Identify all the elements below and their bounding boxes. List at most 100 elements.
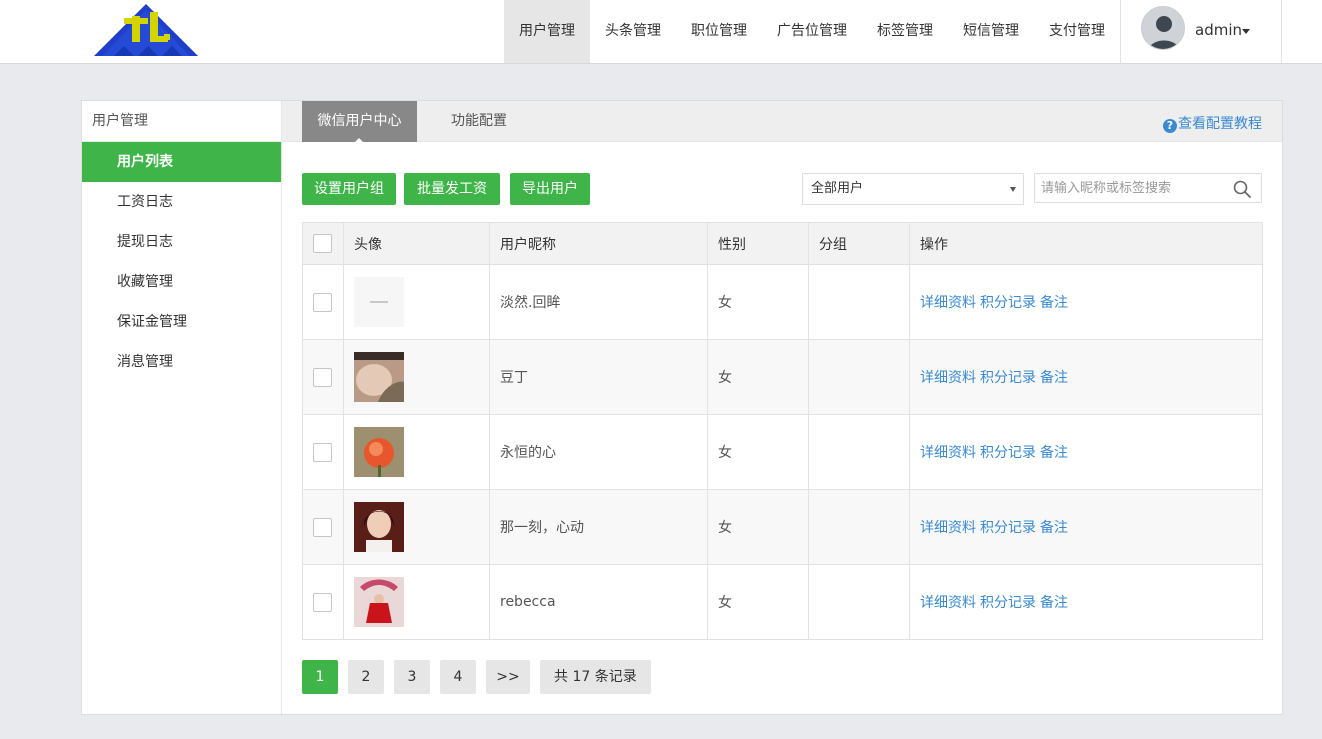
tutorial-link[interactable]: ? 查看配置教程 [1163,113,1262,133]
details-link[interactable]: 详细资料 [920,595,976,611]
user-avatar-image [354,427,404,477]
details-link[interactable]: 详细资料 [920,445,976,461]
user-avatar-image [354,277,404,327]
search-box [1034,173,1262,203]
column-header-gender: 性别 [707,222,809,265]
actions-cell: 详细资料 积分记录 备注 [909,339,1263,415]
sidebar-item-favorites[interactable]: 收藏管理 [82,262,281,302]
details-link[interactable]: 详细资料 [920,295,976,311]
page-1-button[interactable]: 1 [302,660,338,694]
nickname-cell: 永恒的心 [489,414,708,490]
user-avatar-image [354,352,404,402]
remark-link[interactable]: 备注 [1040,445,1068,461]
gender-cell: 女 [707,339,809,415]
group-cell [808,414,910,490]
user-menu[interactable]: admin [1120,0,1282,63]
gender-cell: 女 [707,489,809,565]
select-all-cell [302,222,344,265]
user-avatar-icon [1142,7,1184,49]
gender-cell: 女 [707,564,809,640]
username[interactable]: admin [1195,21,1242,39]
points-record-link[interactable]: 积分记录 [980,295,1036,311]
set-user-group-button[interactable]: 设置用户组 [302,173,396,205]
row-checkbox[interactable] [313,442,332,462]
pagination: 1 2 3 4 >> 共 17 条记录 [302,660,661,694]
remark-link[interactable]: 备注 [1040,370,1068,386]
page-2-button[interactable]: 2 [348,660,384,694]
nav-payment-management[interactable]: 支付管理 [1034,0,1120,63]
nickname-cell: rebecca [489,564,708,640]
content-area: 微信用户中心 功能配置 ? 查看配置教程 设置用户组 批量发工资 导出用户 全部用… [282,101,1282,714]
nickname-cell: 那一刻，心动 [489,489,708,565]
sidebar-title: 用户管理 [82,101,281,142]
top-header: 用户管理 头条管理 职位管理 广告位管理 标签管理 短信管理 支付管理 admi… [0,0,1322,64]
export-users-button[interactable]: 导出用户 [510,173,590,205]
page-4-button[interactable]: 4 [440,660,476,694]
tutorial-link-label: 查看配置教程 [1178,116,1262,132]
points-record-link[interactable]: 积分记录 [980,370,1036,386]
search-icon[interactable] [1233,180,1251,198]
actions-cell: 详细资料 积分记录 备注 [909,264,1263,340]
user-filter-select[interactable]: 全部用户 [802,173,1024,205]
sidebar-item-deposit[interactable]: 保证金管理 [82,302,281,342]
sidebar-item-messages[interactable]: 消息管理 [82,342,281,382]
question-icon: ? [1163,119,1177,133]
next-page-button[interactable]: >> [486,660,530,694]
column-header-actions: 操作 [909,222,1263,265]
total-records: 共 17 条记录 [540,660,651,694]
nav-job-management[interactable]: 职位管理 [676,0,762,63]
remark-link[interactable]: 备注 [1040,520,1068,536]
details-link[interactable]: 详细资料 [920,520,976,536]
sidebar-item-salary-log[interactable]: 工资日志 [82,182,281,222]
nav-user-management[interactable]: 用户管理 [504,0,590,63]
group-cell [808,489,910,565]
nickname-cell: 豆丁 [489,339,708,415]
table-row: 永恒的心 女 详细资料 积分记录 备注 [302,414,1263,490]
nav-headline-management[interactable]: 头条管理 [590,0,676,63]
group-cell [808,339,910,415]
points-record-link[interactable]: 积分记录 [980,595,1036,611]
table-row: 豆丁 女 详细资料 积分记录 备注 [302,339,1263,415]
group-cell [808,564,910,640]
row-checkbox[interactable] [313,367,332,387]
nav-tag-management[interactable]: 标签管理 [862,0,948,63]
caret-down-icon[interactable] [1242,29,1250,34]
sidebar: 用户管理 用户列表 工资日志 提现日志 收藏管理 保证金管理 消息管理 [82,101,282,714]
sidebar-item-user-list[interactable]: 用户列表 [82,142,281,182]
details-link[interactable]: 详细资料 [920,370,976,386]
group-cell [808,264,910,340]
column-header-group: 分组 [808,222,910,265]
nav-sms-management[interactable]: 短信管理 [948,0,1034,63]
avatar[interactable] [1141,6,1185,50]
row-checkbox[interactable] [313,292,332,312]
points-record-link[interactable]: 积分记录 [980,520,1036,536]
dropdown-arrow-icon [1010,187,1016,192]
user-table: 头像 用户昵称 性别 分组 操作 淡然.回眸 女 详细资料 积分记录 备注 豆丁… [302,222,1263,640]
remark-link[interactable]: 备注 [1040,595,1068,611]
row-checkbox[interactable] [313,592,332,612]
row-checkbox[interactable] [313,517,332,537]
main-nav: 用户管理 头条管理 职位管理 广告位管理 标签管理 短信管理 支付管理 [504,0,1120,63]
main-panel: 用户管理 用户列表 工资日志 提现日志 收藏管理 保证金管理 消息管理 微信用户… [81,100,1283,715]
tab-feature-config[interactable]: 功能配置 [451,101,507,142]
table-row: 淡然.回眸 女 详细资料 积分记录 备注 [302,264,1263,340]
search-input[interactable] [1035,174,1225,202]
column-header-avatar: 头像 [343,222,490,265]
site-logo[interactable] [94,4,198,56]
user-avatar-image [354,502,404,552]
actions-cell: 详细资料 积分记录 备注 [909,489,1263,565]
nav-ad-management[interactable]: 广告位管理 [762,0,862,63]
table-row: rebecca 女 详细资料 积分记录 备注 [302,564,1263,640]
actions-cell: 详细资料 积分记录 备注 [909,564,1263,640]
points-record-link[interactable]: 积分记录 [980,445,1036,461]
page-3-button[interactable]: 3 [394,660,430,694]
tab-bar: 微信用户中心 功能配置 ? 查看配置教程 [282,101,1282,143]
select-all-checkbox[interactable] [313,234,332,253]
actions-cell: 详细资料 积分记录 备注 [909,414,1263,490]
table-row: 那一刻，心动 女 详细资料 积分记录 备注 [302,489,1263,565]
tab-wechat-user-center[interactable]: 微信用户中心 [302,101,417,143]
table-header-row: 头像 用户昵称 性别 分组 操作 [302,222,1263,265]
sidebar-item-withdraw-log[interactable]: 提现日志 [82,222,281,262]
remark-link[interactable]: 备注 [1040,295,1068,311]
batch-pay-button[interactable]: 批量发工资 [404,173,500,205]
